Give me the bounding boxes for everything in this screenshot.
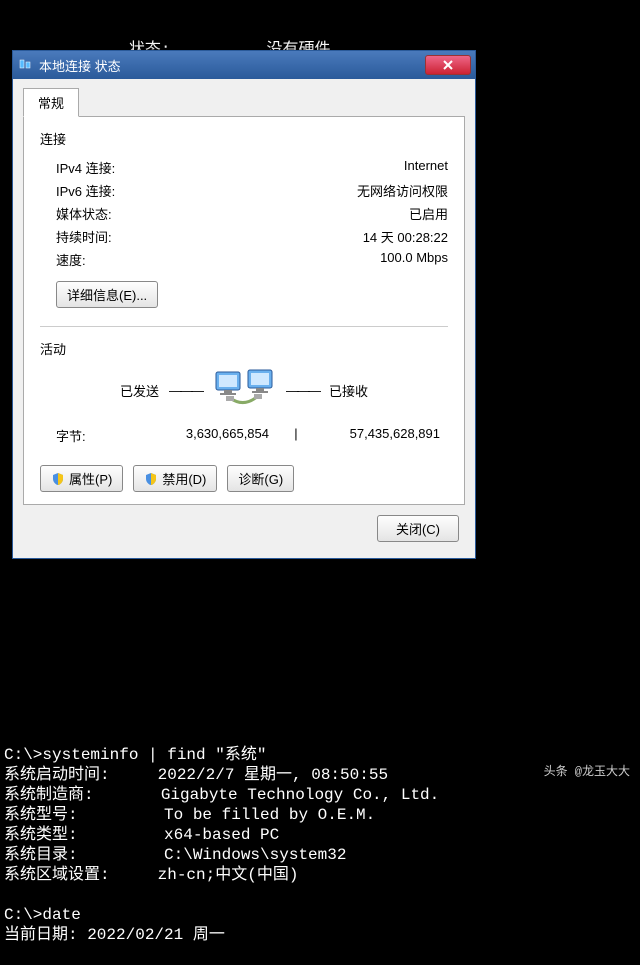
terminal-line: 系统目录: C:\Windows\system32 [4,845,636,865]
ipv4-label: IPv4 连接: [56,158,115,177]
tab-strip: 常规 [23,87,465,117]
disable-label: 禁用(D) [162,469,206,488]
media-label: 媒体状态: [56,204,112,223]
details-button[interactable]: 详细信息(E)... [56,281,158,308]
tab-content: 连接 IPv4 连接: Internet IPv6 连接: 无网络访问权限 媒体… [23,117,465,505]
sent-label: 已发送 [120,381,159,400]
network-icon [17,57,33,73]
dialog-body: 常规 连接 IPv4 连接: Internet IPv6 连接: 无网络访问权限… [13,79,475,558]
computers-icon [212,366,276,414]
terminal-line: 系统类型: x64-based PC [4,825,636,845]
footer-row: 关闭(C) [23,505,465,548]
bytes-row: 字节: 3,630,665,854 | 57,435,628,891 [40,422,448,449]
terminal-line: 系统制造商: Gigabyte Technology Co., Ltd. [4,785,636,805]
activity-header-row: 已发送 ——— [40,366,448,414]
terminal-line: C:\>date [4,905,636,925]
tab-general[interactable]: 常规 [23,88,79,117]
bytes-label: 字节: [56,426,128,445]
terminal-line [4,885,636,905]
sent-bytes: 3,630,665,854 [128,426,293,445]
ipv6-row: IPv6 连接: 无网络访问权限 [40,179,448,202]
divider [40,326,448,327]
terminal-line: 系统型号: To be filled by O.E.M. [4,805,636,825]
ipv4-value: Internet [404,158,448,177]
media-value: 已启用 [409,204,448,223]
dash-right: ——— [286,383,319,398]
ipv4-row: IPv4 连接: Internet [40,156,448,179]
close-button[interactable]: 关闭(C) [377,515,459,542]
connection-status-dialog: 本地连接 状态 常规 连接 IPv4 连接: Internet IPv6 连接:… [12,50,476,559]
terminal-line [4,725,636,745]
diagnose-button[interactable]: 诊断(G) [227,465,294,492]
media-state-row: 媒体状态: 已启用 [40,202,448,225]
properties-button[interactable]: 属性(P) [40,465,123,492]
speed-value: 100.0 Mbps [380,250,448,269]
dialog-title: 本地连接 状态 [39,56,425,75]
close-icon[interactable] [425,55,471,75]
watermark: 头条 @龙玉大大 [540,761,634,780]
recv-label: 已接收 [329,381,368,400]
terminal-line: 当前日期: 2022/02/21 周一 [4,925,636,945]
activity-section-title: 活动 [40,339,448,358]
shield-icon [51,472,65,486]
action-button-row: 属性(P) 禁用(D) 诊断(G) [40,465,448,492]
recv-bytes: 57,435,628,891 [299,426,448,445]
speed-row: 速度: 100.0 Mbps [40,248,448,271]
duration-row: 持续时间: 14 天 00:28:22 [40,225,448,248]
duration-value: 14 天 00:28:22 [363,227,448,246]
shield-icon [144,472,158,486]
ipv6-value: 无网络访问权限 [357,181,448,200]
diagnose-label: 诊断(G) [238,469,283,488]
properties-label: 属性(P) [69,469,112,488]
terminal-line: 系统区域设置: zh-cn;中文(中国) [4,865,636,885]
connection-section-title: 连接 [40,129,448,148]
dash-left: ——— [169,383,202,398]
speed-label: 速度: [56,250,86,269]
titlebar[interactable]: 本地连接 状态 [13,51,475,79]
ipv6-label: IPv6 连接: [56,181,115,200]
disable-button[interactable]: 禁用(D) [133,465,217,492]
duration-label: 持续时间: [56,227,112,246]
